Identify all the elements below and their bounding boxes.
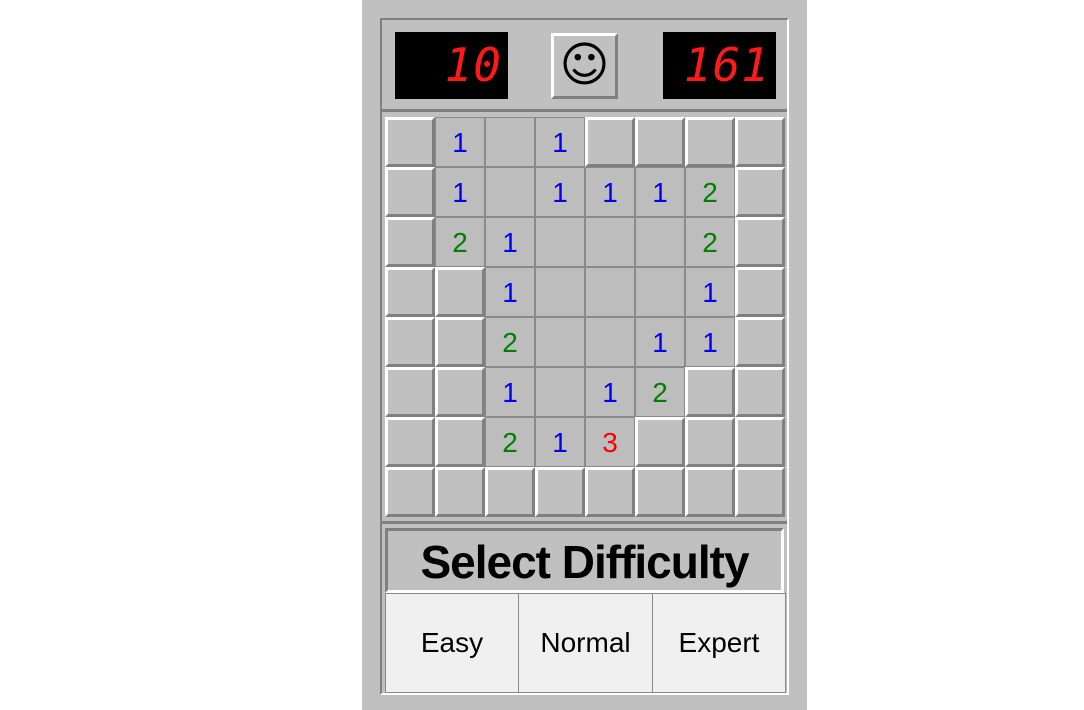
covered-cell[interactable] (585, 467, 635, 517)
revealed-empty-cell[interactable] (485, 167, 535, 217)
revealed-number-cell[interactable]: 2 (485, 417, 535, 467)
covered-cell[interactable] (435, 417, 485, 467)
revealed-number-cell[interactable]: 1 (485, 267, 535, 317)
revealed-number-cell[interactable]: 1 (435, 167, 485, 217)
covered-cell[interactable] (685, 467, 735, 517)
covered-cell[interactable] (435, 467, 485, 517)
timer-display: 161 (663, 32, 776, 99)
covered-cell[interactable] (635, 117, 685, 167)
revealed-number-cell[interactable]: 1 (535, 417, 585, 467)
revealed-empty-cell[interactable] (635, 217, 685, 267)
revealed-empty-cell[interactable] (635, 267, 685, 317)
revealed-number-cell[interactable]: 2 (485, 317, 535, 367)
revealed-number-cell[interactable]: 1 (685, 317, 735, 367)
mine-counter: 10 (395, 32, 508, 99)
covered-cell[interactable] (685, 117, 735, 167)
minesweeper-app: 10 ☺ 161 111111221211211112213 Select Di… (362, 0, 807, 710)
revealed-empty-cell[interactable] (535, 367, 585, 417)
revealed-number-cell[interactable]: 1 (535, 167, 585, 217)
revealed-empty-cell[interactable] (585, 317, 635, 367)
covered-cell[interactable] (385, 267, 435, 317)
covered-cell[interactable] (385, 217, 435, 267)
revealed-number-cell[interactable]: 2 (435, 217, 485, 267)
revealed-empty-cell[interactable] (485, 117, 535, 167)
covered-cell[interactable] (385, 167, 435, 217)
covered-cell[interactable] (585, 117, 635, 167)
covered-cell[interactable] (735, 367, 785, 417)
revealed-number-cell[interactable]: 2 (685, 217, 735, 267)
minefield-grid: 111111221211211112213 (385, 117, 785, 517)
revealed-empty-cell[interactable] (535, 317, 585, 367)
covered-cell[interactable] (635, 417, 685, 467)
revealed-number-cell[interactable]: 1 (435, 117, 485, 167)
covered-cell[interactable] (385, 467, 435, 517)
difficulty-panel: Select Difficulty Easy Normal Expert (382, 521, 787, 693)
revealed-empty-cell[interactable] (585, 267, 635, 317)
revealed-empty-cell[interactable] (535, 267, 585, 317)
covered-cell[interactable] (435, 267, 485, 317)
covered-cell[interactable] (735, 467, 785, 517)
difficulty-title: Select Difficulty (385, 528, 784, 593)
revealed-number-cell[interactable]: 1 (685, 267, 735, 317)
revealed-empty-cell[interactable] (535, 217, 585, 267)
covered-cell[interactable] (735, 417, 785, 467)
revealed-number-cell[interactable]: 1 (585, 367, 635, 417)
game-frame: 10 ☺ 161 111111221211211112213 Select Di… (380, 18, 789, 695)
covered-cell[interactable] (435, 317, 485, 367)
covered-cell[interactable] (735, 117, 785, 167)
revealed-number-cell[interactable]: 2 (685, 167, 735, 217)
covered-cell[interactable] (735, 317, 785, 367)
covered-cell[interactable] (435, 367, 485, 417)
covered-cell[interactable] (485, 467, 535, 517)
covered-cell[interactable] (735, 167, 785, 217)
covered-cell[interactable] (685, 417, 735, 467)
covered-cell[interactable] (635, 467, 685, 517)
revealed-number-cell[interactable]: 1 (485, 367, 535, 417)
easy-button[interactable]: Easy (385, 593, 519, 693)
revealed-number-cell[interactable]: 1 (485, 217, 535, 267)
revealed-number-cell[interactable]: 2 (635, 367, 685, 417)
covered-cell[interactable] (385, 367, 435, 417)
covered-cell[interactable] (535, 467, 585, 517)
revealed-empty-cell[interactable] (585, 217, 635, 267)
revealed-number-cell[interactable]: 3 (585, 417, 635, 467)
revealed-number-cell[interactable]: 1 (585, 167, 635, 217)
covered-cell[interactable] (685, 367, 735, 417)
expert-button[interactable]: Expert (652, 593, 786, 693)
game-header: 10 ☺ 161 (382, 20, 787, 112)
covered-cell[interactable] (385, 417, 435, 467)
revealed-number-cell[interactable]: 1 (635, 317, 685, 367)
covered-cell[interactable] (735, 217, 785, 267)
covered-cell[interactable] (385, 117, 435, 167)
revealed-number-cell[interactable]: 1 (635, 167, 685, 217)
normal-button[interactable]: Normal (518, 593, 653, 693)
covered-cell[interactable] (385, 317, 435, 367)
smiley-face-icon[interactable]: ☺ (551, 33, 618, 99)
revealed-number-cell[interactable]: 1 (535, 117, 585, 167)
covered-cell[interactable] (735, 267, 785, 317)
